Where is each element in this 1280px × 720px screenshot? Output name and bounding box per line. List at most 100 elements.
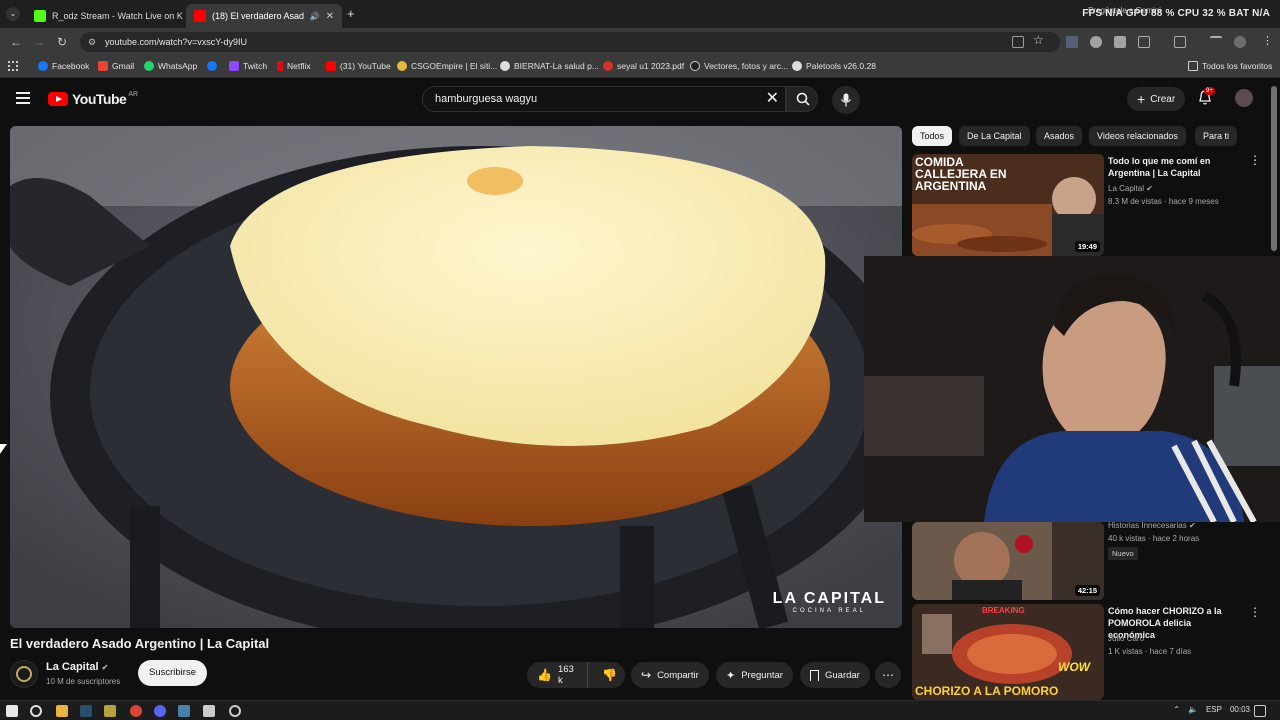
- bookmark-twitch[interactable]: Twitch: [229, 61, 267, 71]
- rec-title-1[interactable]: Todo lo que me comí en Argentina | La Ca…: [1108, 155, 1238, 179]
- video-player[interactable]: LA CAPITAL COCINA REAL: [10, 126, 902, 628]
- more-actions-button[interactable]: ⋯: [875, 662, 901, 688]
- chip-asados[interactable]: Asados: [1036, 126, 1083, 146]
- page-scrollbar[interactable]: [1271, 86, 1277, 251]
- url-field[interactable]: ⚙ youtube.com/watch?v=vxscY-dy9IU: [80, 32, 1060, 52]
- browser-menu-icon[interactable]: ⋮: [1262, 34, 1273, 47]
- dislike-button[interactable]: 👎: [594, 668, 625, 682]
- speaker-icon[interactable]: 🔊: [310, 12, 320, 21]
- discord-icon[interactable]: [154, 705, 166, 717]
- settings-icon[interactable]: [229, 705, 241, 717]
- close-tab-icon[interactable]: ✕: [326, 11, 334, 22]
- more-horizontal-icon: ⋯: [882, 668, 894, 682]
- subscribe-button[interactable]: Suscribirse: [138, 660, 207, 686]
- ask-button[interactable]: ✦ Preguntar: [716, 662, 793, 688]
- video-duration: 42:15: [1074, 585, 1100, 596]
- search-input[interactable]: [435, 93, 755, 105]
- facebook-icon: [207, 61, 217, 71]
- new-tab-button[interactable]: +: [347, 6, 355, 21]
- steam-2-icon[interactable]: [178, 705, 190, 717]
- create-button[interactable]: + Crear: [1127, 87, 1186, 111]
- rec-thumbnail-3[interactable]: BREAKING WOW CHORIZO A LA POMORO: [912, 604, 1104, 700]
- watermark-title: LA CAPITAL: [772, 590, 886, 607]
- bookmark-facebook-2[interactable]: [207, 61, 217, 71]
- steam-icon[interactable]: [80, 705, 92, 717]
- video-title: El verdadero Asado Argentino | La Capita…: [10, 636, 270, 651]
- rec-channel-3[interactable]: Julio Caro: [1108, 634, 1144, 643]
- chrome-icon[interactable]: [130, 705, 142, 717]
- chip-todos[interactable]: Todos: [912, 126, 953, 146]
- rec-menu-icon-3[interactable]: ⋮: [1249, 606, 1261, 618]
- whatsapp-icon: [144, 61, 154, 71]
- reload-icon[interactable]: ↻: [54, 34, 70, 50]
- bookmark-vectores[interactable]: Vectores, fotos y arc...: [690, 61, 788, 71]
- extension-1-icon[interactable]: [1066, 36, 1078, 48]
- search-button[interactable]: [786, 86, 818, 112]
- bookmark-biernat[interactable]: BIERNAT-La salud p...: [500, 61, 599, 71]
- rec-channel-2[interactable]: Historias Innecesarias ✔: [1108, 521, 1196, 530]
- site-info-icon[interactable]: ⚙: [88, 32, 96, 52]
- bookmark-whatsapp[interactable]: WhatsApp: [144, 61, 197, 71]
- taskbar-search-icon[interactable]: [30, 705, 42, 717]
- bookmark-paletools[interactable]: Paletools v26.0.28: [792, 61, 876, 71]
- windows-start-icon[interactable]: [6, 705, 18, 717]
- install-app-icon[interactable]: [1012, 36, 1024, 48]
- apps-grid-icon[interactable]: [8, 61, 18, 71]
- thumbs-down-icon: 👎: [602, 668, 617, 682]
- chip-videos-relacionados[interactable]: Videos relacionados: [1089, 126, 1186, 146]
- rec-channel-1[interactable]: La Capital ✔: [1108, 184, 1153, 193]
- search-box[interactable]: ✕: [422, 86, 786, 112]
- webcam-image: [864, 256, 1280, 522]
- rec-menu-icon-1[interactable]: ⋮: [1249, 154, 1261, 166]
- back-icon[interactable]: ←: [8, 34, 24, 50]
- clear-search-icon[interactable]: ✕: [766, 90, 779, 108]
- rec-thumbnail-2[interactable]: 42:15: [912, 522, 1104, 600]
- bookmark-facebook[interactable]: Facebook: [38, 61, 89, 71]
- clock[interactable]: 00:03: [1230, 705, 1250, 714]
- twitch-icon: [229, 61, 239, 71]
- chevron-up-icon[interactable]: ⌃: [1173, 705, 1180, 714]
- extensions-puzzle-icon[interactable]: [1138, 36, 1150, 48]
- language-indicator[interactable]: ESP: [1206, 705, 1222, 714]
- voice-search-button[interactable]: [832, 86, 860, 114]
- thumbnail-banner: BREAKING: [982, 606, 1025, 615]
- bookmark-gmail[interactable]: Gmail: [98, 61, 134, 71]
- tab-youtube-video[interactable]: (18) El verdadero Asado Arg 🔊 ✕: [186, 4, 342, 28]
- youtube-icon: [194, 10, 206, 22]
- notifications-icon[interactable]: [1254, 705, 1266, 717]
- thumbnail-text: COMIDA CALLEJERA EN ARGENTINA: [915, 155, 1007, 193]
- volume-icon[interactable]: 🔈: [1188, 705, 1198, 714]
- app-icon[interactable]: [104, 705, 116, 717]
- youtube-logo[interactable]: YouTube AR: [48, 91, 138, 107]
- media-controls-icon[interactable]: [1210, 36, 1222, 48]
- globe-icon: [792, 61, 802, 71]
- profile-icon[interactable]: [1234, 36, 1246, 48]
- channel-name[interactable]: La Capital ✔: [46, 661, 108, 673]
- pdf-icon: [603, 61, 613, 71]
- tab-list-icon[interactable]: ⌄: [6, 7, 20, 21]
- bookmark-netflix[interactable]: Netflix: [277, 61, 311, 71]
- hamburger-menu-icon[interactable]: [16, 92, 30, 104]
- channel-avatar[interactable]: [10, 660, 38, 688]
- save-button[interactable]: Guardar: [800, 662, 870, 688]
- chip-de-la-capital[interactable]: De La Capital: [959, 126, 1030, 146]
- thumbs-up-icon: 👍: [537, 668, 552, 682]
- rec-thumbnail-1[interactable]: COMIDA CALLEJERA EN ARGENTINA 19:49: [912, 154, 1104, 256]
- bookmark-pdf[interactable]: seyal u1 2023.pdf: [603, 61, 684, 71]
- extension-3-icon[interactable]: [1114, 36, 1126, 48]
- chip-para-ti[interactable]: Para ti: [1195, 126, 1238, 146]
- like-button[interactable]: 👍 163 k: [527, 662, 589, 688]
- bookmark-star-icon[interactable]: ☆: [1033, 33, 1044, 47]
- bookmark-csgoempire[interactable]: CSGOEmpire | El siti...: [397, 61, 497, 71]
- share-button[interactable]: ↪ Compartir: [631, 662, 709, 688]
- file-explorer-icon[interactable]: [56, 705, 68, 717]
- tab-title: R_odz Stream - Watch Live on K: [52, 11, 183, 21]
- tab-kick-stream[interactable]: R_odz Stream - Watch Live on K ✕: [26, 4, 184, 28]
- all-favorites[interactable]: Todos los favoritos: [1188, 61, 1272, 71]
- extension-4-icon[interactable]: [1174, 36, 1186, 48]
- extension-2-icon[interactable]: [1090, 36, 1102, 48]
- forward-icon[interactable]: →: [31, 34, 47, 50]
- account-avatar[interactable]: [1235, 89, 1253, 107]
- bookmark-youtube[interactable]: (31) YouTube: [326, 61, 391, 71]
- terminal-icon[interactable]: [203, 705, 215, 717]
